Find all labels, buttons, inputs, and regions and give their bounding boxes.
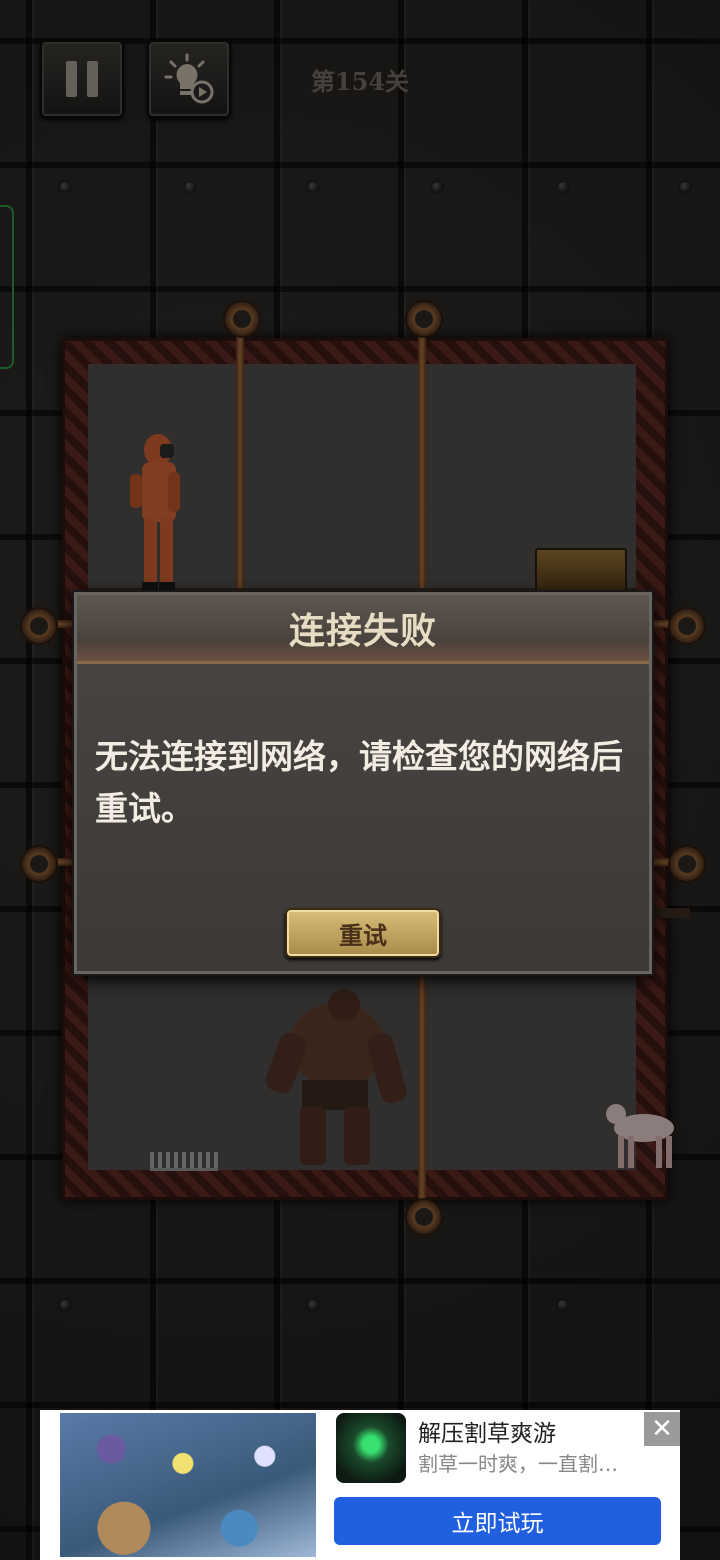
dialog-header: 连接失败 [77,595,649,664]
retry-button[interactable]: 重试 [285,908,441,958]
ad-app-icon[interactable] [336,1413,406,1483]
game-screen: 第154关 连接失败 无法连接到网络，请检查您的网络后重试。 重试 解压割草爽游… [0,0,720,1560]
ad-description[interactable]: 割草一时爽，一直割… [418,1448,640,1477]
close-icon[interactable]: ✕ [644,1412,680,1446]
dialog-title: 连接失败 [288,610,437,652]
dialog-message: 无法连接到网络，请检查您的网络后重试。 [95,737,623,828]
connection-failed-dialog: 连接失败 无法连接到网络，请检查您的网络后重试。 重试 [74,592,652,974]
ad-game-screenshot[interactable] [60,1413,316,1557]
ad-banner[interactable]: 解压割草爽游 割草一时爽，一直割… 立即试玩 ✕ [40,1410,680,1560]
ad-play-now-button[interactable]: 立即试玩 [334,1497,661,1545]
ad-title[interactable]: 解压割草爽游 [418,1414,556,1448]
